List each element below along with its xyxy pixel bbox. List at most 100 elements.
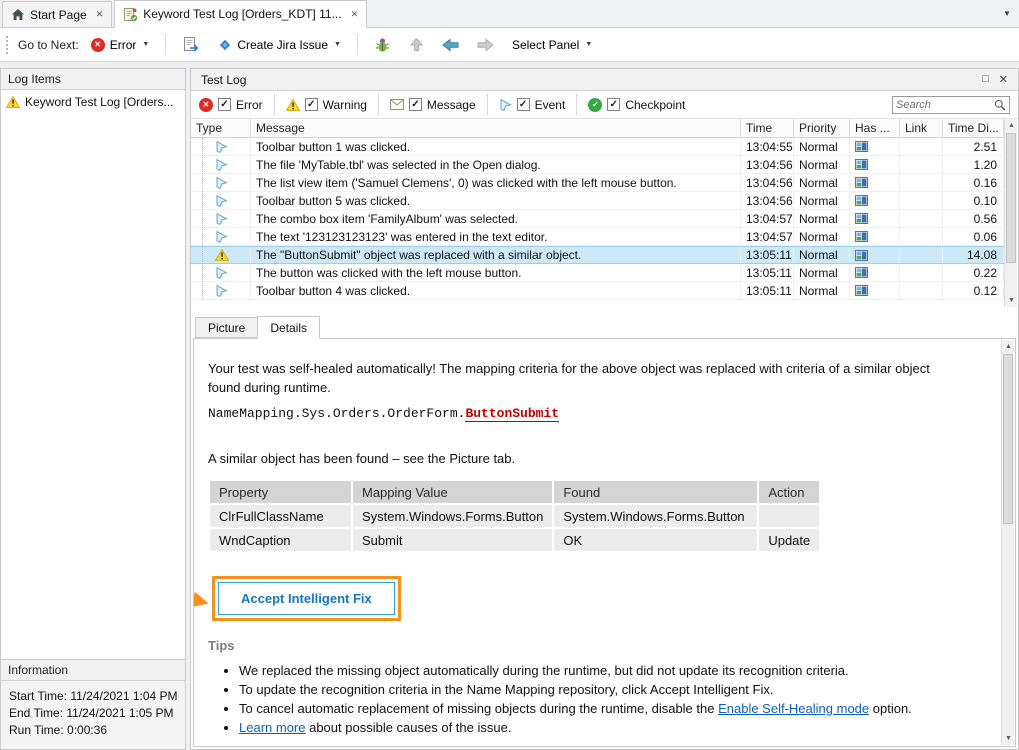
column-header-message[interactable]: Message bbox=[251, 119, 741, 137]
create-issue-template-button[interactable] bbox=[176, 32, 206, 57]
log-row[interactable]: The combo box item 'FamilyAlbum' was sel… bbox=[191, 210, 1004, 228]
row-has-picture bbox=[850, 192, 900, 209]
checkpoint-icon: ✓ bbox=[588, 98, 602, 112]
event-checkbox[interactable]: ✓ bbox=[517, 98, 530, 111]
log-table-header-row: Type Message Time Priority Has ... Link … bbox=[191, 119, 1004, 138]
row-time-diff: 0.56 bbox=[943, 210, 1004, 227]
error-checkbox[interactable]: ✓ bbox=[218, 98, 231, 111]
close-panel-icon[interactable]: ✕ bbox=[999, 73, 1008, 86]
tip-text: option. bbox=[869, 701, 912, 716]
tab-start-page[interactable]: Start Page ✕ bbox=[2, 1, 112, 27]
testcomplete-window: Start Page ✕ Keyword Test Log [Orders_KD… bbox=[0, 0, 1019, 750]
tab-list-caret-icon[interactable]: ▼ bbox=[1003, 9, 1011, 18]
tip-item: To cancel automatic replacement of missi… bbox=[239, 699, 960, 718]
log-row[interactable]: The list view item ('Samuel Clemens', 0)… bbox=[191, 174, 1004, 192]
enable-self-healing-link[interactable]: Enable Self-Healing mode bbox=[718, 701, 869, 716]
next-result-button[interactable] bbox=[471, 34, 500, 56]
column-header-has-picture[interactable]: Has ... bbox=[850, 119, 900, 137]
details-content: Your test was self-healed automatically!… bbox=[194, 339, 1000, 746]
tab-picture[interactable]: Picture bbox=[195, 317, 258, 338]
log-row[interactable]: Toolbar button 5 was clicked.13:04:56Nor… bbox=[191, 192, 1004, 210]
log-row[interactable]: The text '123123123123' was entered in t… bbox=[191, 228, 1004, 246]
close-icon[interactable]: ✕ bbox=[96, 9, 104, 20]
log-row[interactable]: The button was clicked with the left mou… bbox=[191, 264, 1004, 282]
row-link bbox=[900, 228, 943, 245]
home-icon bbox=[11, 8, 25, 21]
go-to-next-error-button[interactable]: ✕ Error ▼ bbox=[85, 34, 156, 56]
up-one-level-button[interactable] bbox=[403, 33, 430, 56]
event-icon bbox=[215, 284, 228, 297]
event-icon bbox=[215, 212, 228, 225]
filter-error[interactable]: ✕ ✓ Error bbox=[199, 98, 263, 112]
start-time: Start Time: 11/24/2021 1:04 PM bbox=[9, 688, 177, 705]
col-action: Action bbox=[758, 480, 820, 504]
mapping-object-link[interactable]: ButtonSubmit bbox=[465, 406, 559, 422]
column-header-time-diff[interactable]: Time Di... bbox=[943, 119, 1004, 137]
column-header-link[interactable]: Link bbox=[900, 119, 943, 137]
warning-checkbox[interactable]: ✓ bbox=[305, 98, 318, 111]
event-icon bbox=[215, 176, 228, 189]
column-header-time[interactable]: Time bbox=[741, 119, 794, 137]
scroll-thumb[interactable] bbox=[1003, 354, 1013, 524]
accept-intelligent-fix-button[interactable]: Accept Intelligent Fix bbox=[218, 582, 395, 615]
select-panel-button[interactable]: Select Panel ▼ bbox=[506, 34, 598, 56]
log-row[interactable]: Toolbar button 4 was clicked.13:05:11Nor… bbox=[191, 282, 1004, 300]
log-items-tree-item[interactable]: Keyword Test Log [Orders... bbox=[1, 90, 185, 114]
message-checkbox[interactable]: ✓ bbox=[409, 98, 422, 111]
search-input[interactable] bbox=[896, 99, 994, 111]
scroll-up-icon[interactable]: ▲ bbox=[1005, 119, 1018, 132]
close-icon[interactable]: ✕ bbox=[351, 9, 359, 20]
row-time: 13:04:57 bbox=[741, 210, 794, 227]
scroll-thumb[interactable] bbox=[1006, 133, 1016, 263]
log-row[interactable]: The "ButtonSubmit" object was replaced w… bbox=[191, 246, 1004, 264]
tab-keyword-test-log[interactable]: Keyword Test Log [Orders_KDT] 11... ✕ bbox=[114, 0, 367, 28]
error-x-glyph: ✕ bbox=[203, 101, 210, 109]
checkpoint-checkbox[interactable]: ✓ bbox=[607, 98, 620, 111]
float-panel-icon[interactable]: □ bbox=[982, 73, 989, 86]
warning-icon bbox=[6, 96, 20, 108]
warning-icon bbox=[286, 99, 300, 111]
log-row[interactable]: The file 'MyTable.tbl' was selected in t… bbox=[191, 156, 1004, 174]
similar-object-note: A similar object has been found – see th… bbox=[208, 451, 960, 466]
tips-title: Tips bbox=[208, 638, 960, 653]
test-log-header: Test Log □ ✕ bbox=[191, 69, 1018, 91]
tab-details[interactable]: Details bbox=[257, 316, 320, 339]
cell-action[interactable]: Update bbox=[758, 528, 820, 552]
create-jira-issue-button[interactable]: Create Jira Issue ▼ bbox=[212, 34, 347, 56]
tip-text: We replaced the missing object automatic… bbox=[239, 663, 849, 678]
toolbar-grip[interactable] bbox=[6, 36, 10, 54]
row-message: The combo box item 'FamilyAlbum' was sel… bbox=[251, 210, 741, 227]
picture-icon bbox=[855, 177, 868, 188]
log-scrollbar[interactable]: ▲ ▼ bbox=[1004, 119, 1017, 307]
row-priority: Normal bbox=[794, 192, 850, 209]
tip-item: To update the recognition criteria in th… bbox=[239, 680, 960, 699]
row-priority: Normal bbox=[794, 228, 850, 245]
details-scrollbar[interactable]: ▲ ▼ bbox=[1001, 340, 1014, 745]
event-icon bbox=[215, 140, 228, 153]
event-icon bbox=[499, 98, 512, 111]
row-time-diff: 0.06 bbox=[943, 228, 1004, 245]
row-time: 13:05:11 bbox=[741, 247, 794, 263]
row-time: 13:04:57 bbox=[741, 228, 794, 245]
filter-warning[interactable]: ✓ Warning bbox=[286, 98, 367, 112]
row-has-picture bbox=[850, 156, 900, 173]
bug-tracking-button[interactable] bbox=[368, 32, 397, 57]
log-row[interactable]: Toolbar button 1 was clicked.13:04:55Nor… bbox=[191, 138, 1004, 156]
tip-item: Learn more about possible causes of the … bbox=[239, 718, 960, 737]
row-message: The button was clicked with the left mou… bbox=[251, 264, 741, 281]
learn-more-link[interactable]: Learn more bbox=[239, 720, 305, 735]
column-header-type[interactable]: Type bbox=[191, 119, 251, 137]
row-priority: Normal bbox=[794, 174, 850, 191]
filter-event[interactable]: ✓ Event bbox=[499, 98, 566, 112]
column-header-priority[interactable]: Priority bbox=[794, 119, 850, 137]
row-has-picture bbox=[850, 138, 900, 155]
scroll-down-icon[interactable]: ▼ bbox=[1002, 732, 1015, 745]
filter-message[interactable]: ✓ Message bbox=[390, 98, 476, 112]
scroll-down-icon[interactable]: ▼ bbox=[1005, 294, 1018, 307]
scroll-up-icon[interactable]: ▲ bbox=[1002, 340, 1015, 353]
previous-result-button[interactable] bbox=[436, 34, 465, 56]
row-time-diff: 0.16 bbox=[943, 174, 1004, 191]
row-time: 13:05:11 bbox=[741, 264, 794, 281]
filter-label: Message bbox=[427, 98, 476, 112]
filter-checkpoint[interactable]: ✓ ✓ Checkpoint bbox=[588, 98, 685, 112]
